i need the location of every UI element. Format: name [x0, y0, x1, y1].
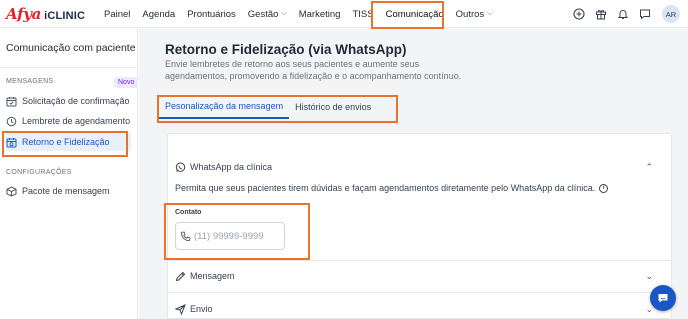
phone-icon	[180, 231, 191, 241]
package-icon	[6, 185, 17, 197]
sidebar-divider	[0, 67, 138, 68]
nav-item-comunicacao[interactable]: Comunicação	[380, 0, 450, 28]
calendar-check-icon	[6, 96, 17, 106]
nav-item-label: Prontuários	[187, 8, 236, 20]
section-title-whatsapp: WhatsApp da clínica	[190, 162, 273, 172]
sidebar-item-return-loyalty[interactable]: Retorno e Fidelização	[6, 133, 131, 151]
chevron-down-icon: ⌵	[281, 10, 287, 17]
chat-bubble-icon	[658, 294, 668, 303]
send-icon	[175, 303, 186, 315]
nav-item-marketing[interactable]: Marketing	[293, 0, 347, 28]
tab-message-personalization[interactable]: Pesonalização da mensagem	[159, 95, 290, 119]
nav-item-label: Marketing	[298, 8, 341, 20]
sidebar-section-messages: MENSAGENS	[6, 78, 54, 85]
user-avatar[interactable]: AR	[662, 5, 680, 23]
nav-item-label: Agenda	[142, 8, 176, 20]
page-description: Envie lembretes de retorno aos seus paci…	[165, 59, 462, 81]
brand-logo[interactable]: Afya iCLINIC	[6, 5, 85, 23]
nav-item-label: Gestão	[247, 8, 279, 20]
section-header-message[interactable]: Mensagem	[175, 267, 235, 285]
section-header-send[interactable]: Envio	[175, 300, 213, 318]
chevron-down-icon[interactable]: ⌄	[645, 271, 653, 282]
nav-item-label: Painel	[104, 8, 131, 20]
whatsapp-description-text: Permita que seus pacientes tirem dúvidas…	[175, 183, 596, 193]
sidebar-item-message-package[interactable]: Pacote de mensagem	[6, 182, 131, 200]
section-divider	[168, 292, 671, 293]
contact-phone-input[interactable]	[194, 230, 280, 242]
nav-item-agenda[interactable]: Agenda	[136, 0, 181, 28]
section-divider	[168, 260, 671, 261]
section-title-send: Envio	[190, 304, 213, 314]
nav-item-label: TISS	[352, 8, 374, 20]
nav-item-label: Comunicação	[385, 8, 444, 20]
page-title: Retorno e Fidelização (via WhatsApp)	[165, 42, 407, 57]
whatsapp-description: Permita que seus pacientes tirem dúvidas…	[175, 183, 609, 193]
calendar-refresh-icon	[6, 137, 17, 147]
tab-bar: Pesonalização da mensagem Histórico de e…	[159, 95, 377, 119]
top-navigation-bar: Afya iCLINIC Painel Agenda Prontuários G…	[0, 0, 688, 28]
chevron-up-icon[interactable]: ⌃	[645, 162, 653, 173]
gift-icon[interactable]	[590, 3, 612, 25]
section-header-whatsapp[interactable]: WhatsApp da clínica	[175, 158, 272, 176]
bell-icon[interactable]	[612, 3, 634, 25]
sidebar-item-label: Retorno e Fidelização	[22, 137, 110, 147]
chevron-down-icon: ⌵	[487, 10, 493, 17]
support-chat-button[interactable]	[650, 285, 676, 311]
nav-item-painel[interactable]: Painel	[98, 0, 136, 28]
nav-item-tiss[interactable]: TISS	[346, 0, 379, 28]
settings-card: WhatsApp da clínica ⌃ Permita que seus p…	[167, 133, 672, 319]
sidebar-item-label: Pacote de mensagem	[22, 186, 110, 196]
sidebar-item-confirmation[interactable]: Solicitação de confirmação	[6, 92, 131, 110]
main-nav: Painel Agenda Prontuários Gestão ⌵ Market…	[98, 0, 499, 28]
chat-icon[interactable]	[634, 3, 656, 25]
sidebar-section-settings: CONFIGURAÇÕES	[6, 169, 72, 176]
sidebar-item-label: Lembrete de agendamento	[22, 116, 131, 126]
tab-send-history[interactable]: Histórico de envios	[289, 95, 377, 119]
section-title-message: Mensagem	[190, 271, 235, 281]
pencil-icon	[175, 271, 186, 281]
nav-item-label: Outros	[455, 8, 485, 20]
whatsapp-icon	[175, 162, 186, 172]
new-badge: Novo	[114, 77, 139, 88]
contact-phone-field[interactable]	[175, 222, 285, 250]
contact-field-label: Contato	[175, 209, 202, 216]
sidebar-item-reminder[interactable]: Lembrete de agendamento	[6, 112, 131, 130]
info-icon[interactable]: i	[599, 183, 609, 193]
top-icons: AR	[568, 3, 680, 25]
nav-item-gestao[interactable]: Gestão ⌵	[242, 0, 293, 28]
sidebar: Comunicação com paciente MENSAGENS Novo …	[0, 29, 139, 319]
clock-icon	[6, 116, 17, 126]
brand-logo-afya: Afya	[6, 5, 42, 23]
sidebar-title: Comunicação com paciente	[6, 42, 136, 54]
brand-logo-product: iCLINIC	[44, 10, 86, 22]
plus-circle-icon[interactable]	[568, 3, 590, 25]
sidebar-item-label: Solicitação de confirmação	[22, 96, 130, 106]
nav-item-prontuarios[interactable]: Prontuários	[181, 0, 242, 28]
nav-item-outros[interactable]: Outros ⌵	[450, 0, 499, 28]
